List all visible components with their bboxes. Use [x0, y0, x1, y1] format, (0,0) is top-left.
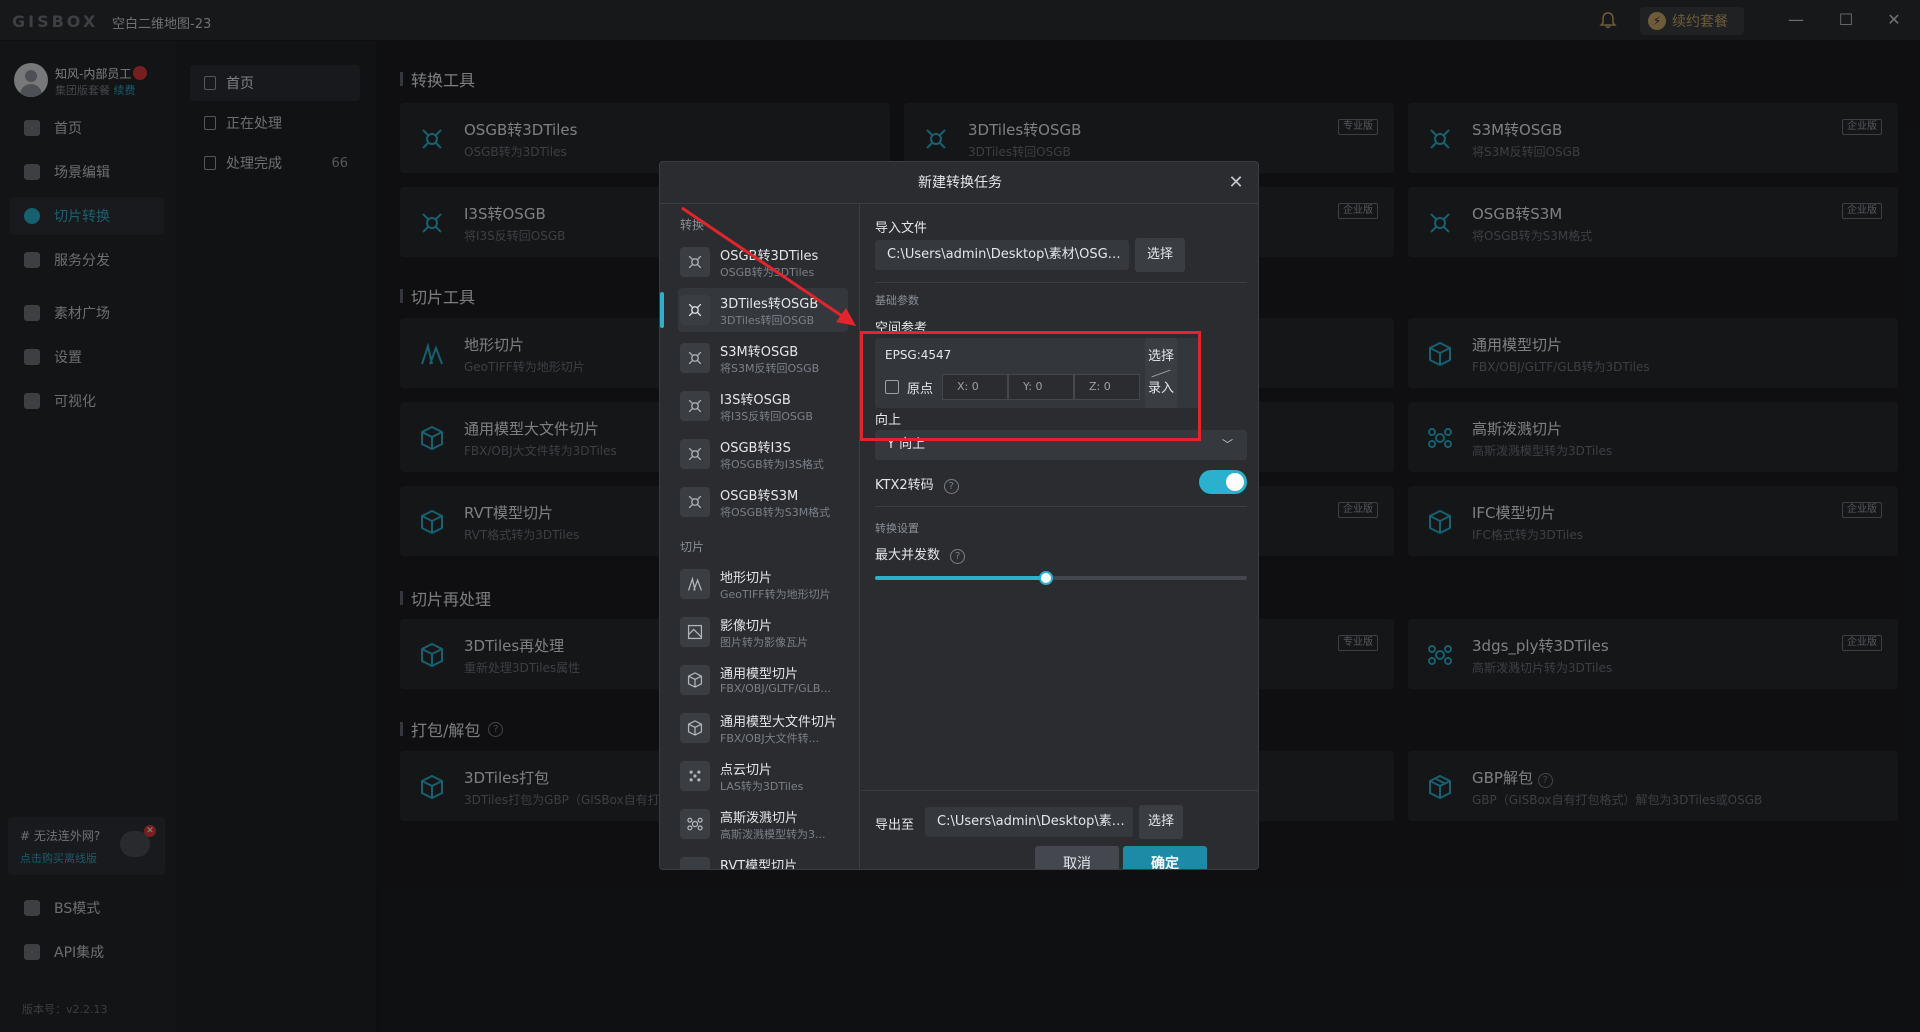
tool-desc: 图片转为影像瓦片: [720, 636, 808, 649]
tool-desc: 高斯泼溅模型转为3...: [720, 828, 826, 841]
tool-item[interactable]: 地形切片 GeoTIFF转为地形切片: [678, 562, 848, 606]
divider: [875, 282, 1247, 283]
tool-name: OSGB转I3S: [720, 441, 791, 456]
tool-item[interactable]: OSGB转I3S 将OSGB转为I3S格式: [678, 432, 848, 476]
tool-item-selected[interactable]: 3DTiles转OSGB 3DTiles转回OSGB: [660, 288, 848, 332]
toggle-knob: [1226, 473, 1244, 491]
tool-name: 高斯泼溅切片: [720, 811, 799, 826]
ktx2-text: KTX2转码: [875, 478, 934, 493]
chevron-down-icon: ﹀: [1222, 438, 1233, 451]
group-label: 切片: [680, 540, 705, 554]
tool-desc: 将OSGB转为S3M格式: [720, 506, 831, 519]
tool-desc: GeoTIFF转为地形切片: [720, 588, 831, 601]
help-icon[interactable]: ?: [950, 549, 966, 564]
image-tile-icon: [680, 617, 710, 647]
slider-handle[interactable]: [1039, 571, 1054, 585]
footer-divider: [861, 790, 1258, 791]
tool-name: 通用模型切片: [720, 667, 799, 682]
help-icon[interactable]: ?: [943, 479, 959, 494]
tool-item[interactable]: 通用模型切片 FBX/OBJ/GLTF/GLB...: [678, 658, 848, 702]
tool-desc: FBX/OBJ大文件转...: [720, 732, 820, 745]
selected-marker: [660, 292, 664, 328]
max-concurrency-label: 最大并发数 ?: [875, 544, 966, 564]
convert-settings-label: 转换设置: [875, 522, 919, 535]
terrain-icon: [680, 569, 710, 599]
tool-item[interactable]: 通用模型大文件切片 FBX/OBJ大文件转...: [678, 706, 848, 750]
basic-params-label: 基础参数: [875, 294, 919, 307]
convert-tool-icon: [680, 247, 710, 277]
box-model-icon: [680, 713, 710, 743]
tool-item[interactable]: 高斯泼溅切片高斯泼溅模型转为3...: [678, 802, 848, 846]
export-path-input[interactable]: C:\Users\admin\Desktop\素材\OSGB\out(4): [925, 807, 1133, 837]
tool-item[interactable]: RVT模型切片: [678, 850, 848, 870]
import-label: 导入文件: [875, 221, 928, 236]
point-cloud-icon: [680, 761, 710, 791]
concurrency-slider[interactable]: [875, 571, 1247, 585]
cancel-button[interactable]: 取消: [1035, 846, 1119, 869]
annotation-highlight-box: [860, 331, 1201, 441]
tool-name: 影像切片: [720, 619, 773, 634]
dialog-title: 新建转换任务: [660, 162, 1258, 204]
group-label: 转换: [680, 218, 705, 232]
tool-name: RVT模型切片: [720, 859, 798, 870]
convert-tool-icon: [680, 487, 710, 517]
task-form: 导入文件 C:\Users\admin\Desktop\素材\OSGB\out(…: [861, 204, 1258, 869]
tool-desc: 将I3S反转回OSGB: [720, 410, 813, 423]
tool-name: S3M转OSGB: [720, 345, 799, 360]
tool-name: OSGB转S3M: [720, 489, 799, 504]
tool-desc: LAS转为3DTiles: [720, 780, 804, 793]
splat-icon: [680, 809, 710, 839]
tool-item[interactable]: I3S转OSGB 将I3S反转回OSGB: [678, 384, 848, 428]
tool-name: 通用模型大文件切片: [720, 715, 838, 730]
tool-item[interactable]: OSGB转3DTiles OSGB转为3DTiles: [678, 240, 848, 284]
tool-name: I3S转OSGB: [720, 393, 791, 408]
tool-name: 地形切片: [720, 571, 773, 586]
tool-desc: OSGB转为3DTiles: [720, 266, 815, 279]
tool-list[interactable]: 转换 OSGB转3DTiles OSGB转为3DTiles 3DTiles转OSG…: [660, 204, 860, 870]
box-model-icon: [680, 665, 710, 695]
tool-name: OSGB转3DTiles: [720, 249, 819, 264]
tool-desc: FBX/OBJ/GLTF/GLB...: [720, 682, 831, 695]
tool-name: 点云切片: [720, 763, 773, 778]
divider: [875, 506, 1247, 507]
tool-item[interactable]: 影像切片图片转为影像瓦片: [678, 610, 848, 654]
export-select-button[interactable]: 选择: [1139, 805, 1183, 839]
convert-tool-icon: [680, 295, 710, 325]
import-select-button[interactable]: 选择: [1135, 238, 1185, 272]
tool-desc: 将OSGB转为I3S格式: [720, 458, 824, 471]
tool-item[interactable]: S3M转OSGB 将S3M反转回OSGB: [678, 336, 848, 380]
ktx2-label: KTX2转码 ?: [875, 474, 959, 494]
tool-name: 3DTiles转OSGB: [720, 297, 819, 312]
convert-tool-icon: [680, 439, 710, 469]
close-icon[interactable]: ✕: [1226, 173, 1246, 193]
confirm-button[interactable]: 确定: [1123, 846, 1207, 869]
tool-desc: 将S3M反转回OSGB: [720, 362, 820, 375]
convert-tool-icon: [680, 391, 710, 421]
tool-item[interactable]: OSGB转S3M 将OSGB转为S3M格式: [678, 480, 848, 524]
box-model-icon: [680, 857, 710, 869]
tool-desc: 3DTiles转回OSGB: [720, 314, 815, 327]
export-label: 导出至: [875, 818, 915, 833]
ktx2-toggle[interactable]: [1199, 470, 1247, 494]
new-task-dialog: 新建转换任务 ✕ 转换 OSGB转3DTiles OSGB转为3DTiles 3D…: [659, 161, 1259, 870]
import-path-input[interactable]: C:\Users\admin\Desktop\素材\OSGB\out(4)\ti…: [875, 240, 1129, 270]
slider-fill: [875, 576, 1047, 580]
max-concurrency-text: 最大并发数: [875, 548, 941, 563]
tool-item[interactable]: 点云切片 LAS转为3DTiles: [678, 754, 848, 798]
convert-tool-icon: [680, 343, 710, 373]
